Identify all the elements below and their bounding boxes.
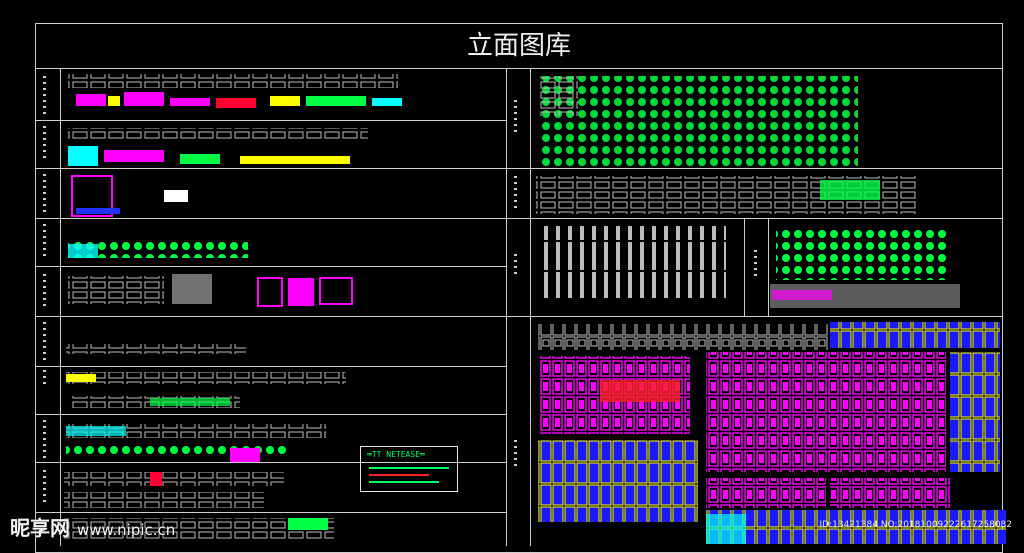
legend-heading: ═TT NETEASE═: [367, 450, 425, 459]
watermark-logo: 昵享网 www.nipic.cn: [10, 512, 175, 541]
cad-symbol-library: [64, 74, 1006, 544]
image-id-watermark: ID:13421384 NO:20181009222617258082: [819, 520, 1013, 530]
watermark-url: www.nipic.cn: [76, 521, 176, 539]
watermark-logo-text: 昵享网: [10, 516, 70, 540]
legend-line: [369, 481, 439, 483]
legend-line: [369, 474, 429, 476]
legend-box: ═TT NETEASE═: [360, 446, 458, 492]
legend-line: [369, 467, 449, 469]
